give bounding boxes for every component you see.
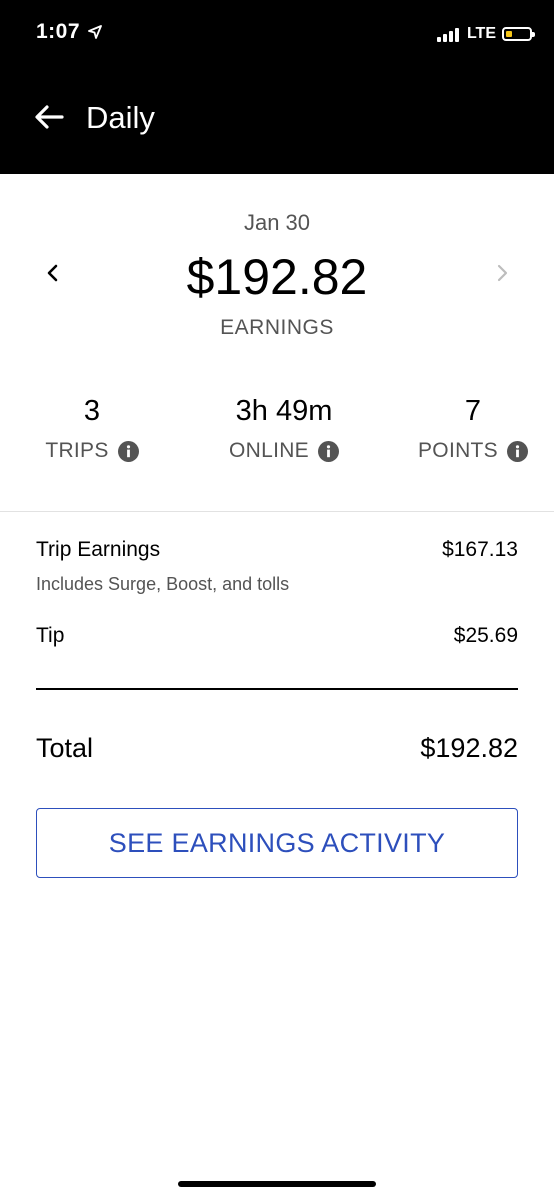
info-icon[interactable] [506, 440, 528, 462]
network-label: LTE [466, 25, 496, 42]
stat-online-value: 3h 49m [235, 395, 333, 427]
top-bar: 1:07 LTE Daily [0, 0, 554, 174]
stat-trips: 3 TRIPS [2, 395, 182, 463]
stat-points-value: 7 [464, 395, 482, 427]
stat-points: 7 POINTS [383, 395, 554, 463]
info-icon[interactable] [117, 440, 139, 462]
arrow-left-icon[interactable] [32, 100, 66, 134]
location-arrow-icon [88, 25, 102, 39]
signal-icon [436, 27, 461, 42]
earnings-label: EARNINGS [220, 316, 334, 339]
battery-icon [502, 27, 535, 41]
trip-earnings-value: $167.13 [442, 538, 518, 561]
stat-points-label: POINTS [418, 439, 498, 462]
home-indicator[interactable] [178, 1181, 376, 1187]
chevron-right-icon[interactable] [487, 258, 517, 288]
trip-earnings-note: Includes Surge, Boost, and tolls [36, 574, 290, 594]
page-title: Daily [86, 100, 155, 135]
stat-trips-label: TRIPS [45, 439, 109, 462]
total-label: Total [36, 733, 94, 763]
earnings-amount: $192.82 [186, 249, 368, 305]
status-time: 1:07 [36, 20, 81, 43]
status-indicators: LTE [436, 22, 535, 46]
see-earnings-activity-button[interactable]: SEE EARNINGS ACTIVITY [36, 808, 518, 878]
tip-label: Tip [36, 624, 65, 647]
info-icon[interactable] [318, 440, 339, 462]
section-divider [0, 511, 554, 512]
battery-fill [506, 31, 512, 37]
trip-earnings-label: Trip Earnings [36, 538, 161, 561]
summary-date: Jan 30 [243, 210, 311, 235]
total-value: $192.82 [420, 733, 518, 763]
stat-online-label: ONLINE [229, 439, 309, 462]
total-divider [36, 688, 518, 690]
stat-online: 3h 49m ONLINE [194, 395, 374, 463]
daily-earnings-screen: 1:07 LTE Daily Jan 30 $192.82 EARNINGS 3… [0, 0, 554, 1200]
stat-trips-value: 3 [83, 395, 101, 427]
tip-value: $25.69 [453, 624, 518, 647]
